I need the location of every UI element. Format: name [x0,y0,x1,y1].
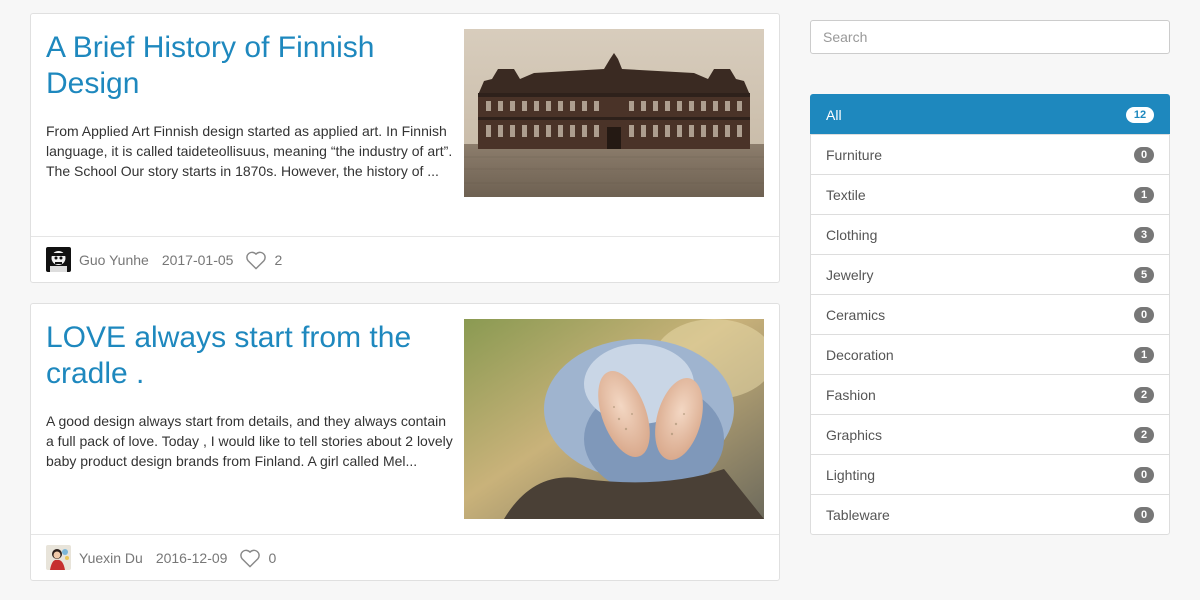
post-meta: Guo Yunhe 2017-01-05 2 [31,236,779,282]
category-count-badge: 3 [1134,226,1154,243]
post-thumbnail-baby-feet[interactable] [464,319,764,519]
heart-outline-icon[interactable] [245,250,267,270]
category-item-furniture[interactable]: Furniture 0 [810,134,1170,175]
category-label: Jewelry [826,266,874,283]
category-count-badge: 2 [1134,386,1154,403]
author-name[interactable]: Guo Yunhe [79,252,149,268]
heart-outline-icon[interactable] [239,548,261,568]
category-label: Lighting [826,466,876,483]
category-label: Fashion [826,386,876,403]
category-count-badge: 12 [1126,106,1154,123]
category-label: Tableware [826,506,890,523]
category-label: Ceramics [826,306,886,323]
author-name[interactable]: Yuexin Du [79,550,143,566]
category-label: Clothing [826,226,878,243]
post-title[interactable]: LOVE always start from the cradle . [46,320,446,392]
category-item-clothing[interactable]: Clothing 3 [810,214,1170,255]
post-meta: Yuexin Du 2016-12-09 0 [31,534,779,580]
like-count: 0 [268,549,277,566]
category-count-badge: 2 [1134,426,1154,443]
post-title[interactable]: A Brief History of Finnish Design [46,30,446,102]
category-item-decoration[interactable]: Decoration 1 [810,334,1170,375]
category-list: All 12 Furniture 0 Textile 1 Clothing 3 … [810,94,1170,535]
post-card: A Brief History of Finnish Design From A… [30,13,780,283]
category-item-fashion[interactable]: Fashion 2 [810,374,1170,415]
category-label: All [826,106,842,123]
category-count-badge: 1 [1134,186,1154,203]
post-excerpt: From Applied Art Finnish design started … [46,123,453,179]
category-item-all[interactable]: All 12 [810,94,1170,135]
category-label: Furniture [826,146,883,163]
post-excerpt: A good design always start from details,… [46,413,453,469]
category-count-badge: 0 [1134,306,1154,323]
category-item-tableware[interactable]: Tableware 0 [810,494,1170,535]
post-date: 2017-01-05 [161,251,234,268]
category-count-badge: 5 [1134,266,1154,283]
category-item-textile[interactable]: Textile 1 [810,174,1170,215]
category-label: Graphics [826,426,883,443]
search-input[interactable] [810,20,1170,54]
author-avatar[interactable] [46,247,71,272]
category-item-jewelry[interactable]: Jewelry 5 [810,254,1170,295]
category-count-badge: 0 [1134,146,1154,163]
category-label: Textile [826,186,866,203]
author-avatar[interactable] [46,545,71,570]
category-count-badge: 0 [1134,466,1154,483]
post-date: 2016-12-09 [155,549,228,566]
category-item-ceramics[interactable]: Ceramics 0 [810,294,1170,335]
category-item-lighting[interactable]: Lighting 0 [810,454,1170,495]
post-thumbnail-building[interactable] [464,29,764,197]
category-count-badge: 0 [1134,506,1154,523]
category-item-graphics[interactable]: Graphics 2 [810,414,1170,455]
like-count: 2 [274,251,283,268]
category-label: Decoration [826,346,894,363]
category-count-badge: 1 [1134,346,1154,363]
post-card: LOVE always start from the cradle . A go… [30,303,780,581]
